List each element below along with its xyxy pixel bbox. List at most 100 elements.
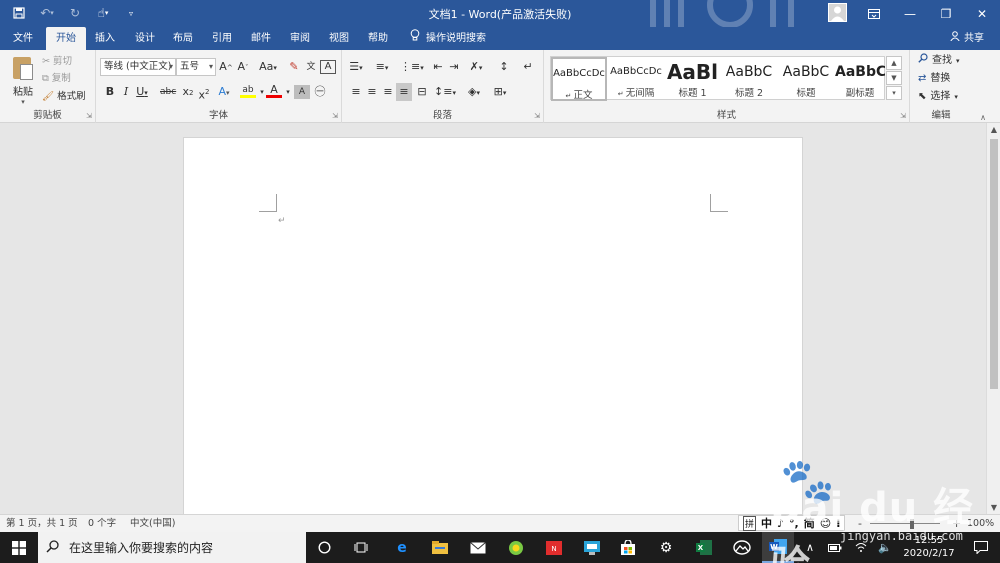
bullets-icon[interactable]: ☰▾ <box>348 58 364 76</box>
more-styles-icon[interactable]: ▾ <box>886 86 902 100</box>
ime-chinese-mode[interactable]: 中 <box>761 515 772 531</box>
underline-icon[interactable]: U▾ <box>134 83 150 101</box>
ime-moon-icon[interactable]: ♪ <box>777 517 784 530</box>
tab-file[interactable]: 文件 <box>4 27 42 50</box>
enclose-characters-icon[interactable]: ㊀ <box>312 83 328 101</box>
change-case-button[interactable]: Aa▾ <box>256 58 280 76</box>
justify-icon[interactable]: ≡ <box>396 83 412 101</box>
app-red-icon[interactable]: N <box>538 532 570 563</box>
touch-mode-icon[interactable]: ☝ ▾ <box>92 4 114 22</box>
microsoft-store-icon[interactable] <box>612 532 644 563</box>
style-heading-2[interactable]: AaBbC 标题 2 <box>721 57 777 101</box>
cortana-icon[interactable] <box>308 532 340 563</box>
app-monitor-icon[interactable] <box>576 532 608 563</box>
line-spacing-icon[interactable]: ↕≡▾ <box>434 83 456 101</box>
bold-icon[interactable]: B <box>102 83 118 101</box>
copy-button[interactable]: ⧉ 复制 <box>42 71 71 87</box>
tell-me-search[interactable]: 操作说明搜索 <box>410 27 486 50</box>
system-clock[interactable]: 12:55 2020/2/17 <box>898 534 960 560</box>
tab-review[interactable]: 审阅 <box>281 27 319 50</box>
ribbon-display-options-icon[interactable] <box>856 0 892 27</box>
tab-insert[interactable]: 插入 <box>86 27 124 50</box>
character-border-icon[interactable]: A <box>320 60 336 74</box>
collapse-ribbon-icon[interactable]: ∧ <box>980 113 986 122</box>
font-launcher-icon[interactable]: ⇲ <box>332 112 338 120</box>
paragraph-launcher-icon[interactable]: ⇲ <box>534 112 540 120</box>
chevron-up-icon[interactable]: ▲ <box>886 56 902 70</box>
superscript-icon[interactable]: x2 <box>196 83 212 102</box>
minimize-icon[interactable]: — <box>892 0 928 27</box>
tab-view[interactable]: 视图 <box>320 27 358 50</box>
chinese-layout-icon[interactable]: ✗▾ <box>468 58 484 76</box>
chevron-down-icon[interactable]: ▼ <box>886 71 902 85</box>
tab-home[interactable]: 开始 <box>46 27 86 50</box>
format-painter-button[interactable]: 🖌 格式刷 <box>42 89 86 105</box>
user-avatar[interactable] <box>828 3 847 22</box>
align-right-icon[interactable]: ≡ <box>380 83 396 101</box>
clear-formatting-icon[interactable]: ✎ <box>286 58 302 76</box>
tab-mailings[interactable]: 邮件 <box>242 27 280 50</box>
tab-references[interactable]: 引用 <box>203 27 241 50</box>
replace-button[interactable]: ⇄ 替换 <box>918 71 950 87</box>
undo-icon[interactable]: ↶ ▾ <box>36 4 58 22</box>
character-shading-icon[interactable]: A <box>294 85 310 99</box>
shrink-font-icon[interactable]: Aˇ <box>235 58 251 76</box>
word-taskbar-icon[interactable]: W <box>762 532 794 563</box>
show-hide-marks-icon[interactable]: ↵ <box>520 58 536 76</box>
subscript-icon[interactable]: x2 <box>180 83 196 101</box>
paste-button[interactable]: 粘贴 ▾ <box>8 54 38 106</box>
borders-icon[interactable]: ⊞▾ <box>492 83 508 101</box>
style-no-spacing[interactable]: AaBbCcDc ↵ 无间隔 <box>608 57 664 101</box>
document-page[interactable]: ↵ <box>183 137 803 517</box>
settings-gear-icon[interactable]: ⚙ <box>650 532 682 563</box>
ime-pinyin-icon[interactable]: 拼 <box>743 515 757 531</box>
scroll-up-icon[interactable]: ▲ <box>987 125 1000 134</box>
decrease-indent-icon[interactable]: ⇤ <box>430 58 446 76</box>
sort-icon[interactable]: ↕ <box>496 58 512 76</box>
word-count[interactable]: 0 个字 <box>88 515 116 533</box>
style-title[interactable]: AaBbC 标题 <box>778 57 834 101</box>
grow-font-icon[interactable]: A^ <box>218 58 234 76</box>
zoom-level[interactable]: 100% <box>967 515 994 533</box>
page-count[interactable]: 第 1 页，共 1 页 <box>6 515 78 533</box>
show-hidden-icons[interactable]: ∧ <box>800 532 820 563</box>
volume-icon[interactable]: 🔈 <box>874 532 896 563</box>
close-icon[interactable]: ✕ <box>964 0 1000 27</box>
vertical-scrollbar[interactable]: ▲ ▼ <box>986 123 1000 514</box>
italic-icon[interactable]: I <box>118 83 134 101</box>
select-button[interactable]: ⬉ 选择 ▾ <box>918 89 958 105</box>
style-subtitle[interactable]: AaBbC 副标题 <box>835 57 885 101</box>
tab-design[interactable]: 设计 <box>126 27 164 50</box>
share-button[interactable]: 共享 <box>950 27 984 50</box>
photos-app-icon[interactable] <box>726 532 758 563</box>
paste-dropdown-icon[interactable]: ▾ <box>8 98 38 106</box>
redo-icon[interactable]: ↻ <box>64 4 86 22</box>
zoom-slider-knob[interactable] <box>910 519 914 529</box>
distributed-icon[interactable]: ⊟ <box>414 83 430 101</box>
edge-browser-icon[interactable]: e <box>386 532 418 563</box>
zoom-in-button[interactable]: + <box>952 515 961 533</box>
increase-indent-icon[interactable]: ⇥ <box>446 58 462 76</box>
clipboard-launcher-icon[interactable]: ⇲ <box>86 112 92 120</box>
font-name-combo[interactable]: 等线 (中文正文) ▾ <box>100 58 176 76</box>
scroll-down-icon[interactable]: ▼ <box>987 503 1000 512</box>
zoom-slider-track[interactable] <box>870 523 940 524</box>
tab-help[interactable]: 帮助 <box>359 27 397 50</box>
action-center-icon[interactable] <box>966 532 996 563</box>
multilevel-list-icon[interactable]: ⋮≡▾ <box>400 58 424 76</box>
scroll-thumb[interactable] <box>990 139 998 389</box>
qq-browser-icon[interactable] <box>500 532 532 563</box>
text-effects-icon[interactable]: A▾ <box>216 83 232 101</box>
ime-punctuation-icon[interactable]: °, <box>789 517 799 530</box>
windows-start-icon[interactable] <box>0 532 38 563</box>
numbering-icon[interactable]: ≡▾ <box>374 58 390 76</box>
zoom-out-button[interactable]: - <box>858 515 862 533</box>
shading-icon[interactable]: ◈▾ <box>466 83 482 101</box>
excel-icon[interactable]: X <box>688 532 720 563</box>
style-normal[interactable]: AaBbCcDc ↵ 正文 <box>551 57 607 101</box>
ime-more-icon[interactable]: ⁝ <box>836 517 840 530</box>
restore-icon[interactable]: ❐ <box>928 0 964 27</box>
phonetic-guide-icon[interactable]: 文 <box>303 58 319 76</box>
mail-icon[interactable] <box>462 532 494 563</box>
find-button[interactable]: 查找 ▾ <box>918 53 960 69</box>
